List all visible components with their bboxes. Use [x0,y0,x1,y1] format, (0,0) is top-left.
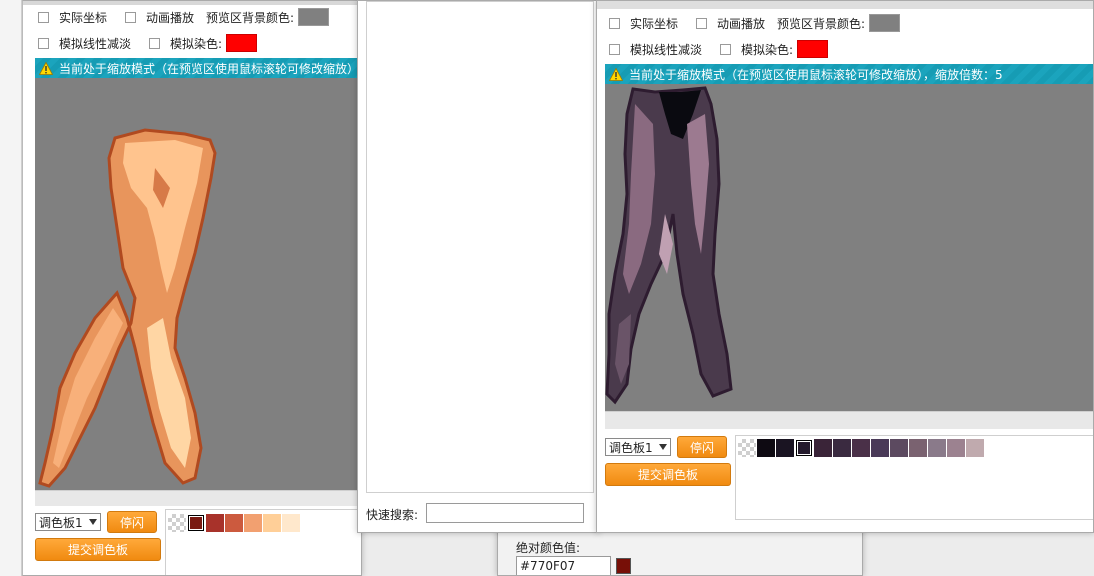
palette-swatch[interactable] [909,439,927,457]
quick-search-label: 快速搜索: [366,508,419,522]
left-palette-swatches [168,514,301,532]
left-sprite-image [38,128,217,488]
left-preview-area[interactable] [35,78,361,490]
right-anim-play-label: 动画播放 [717,16,766,31]
bg-color-swatch[interactable] [298,8,330,26]
middle-list-window: 快速搜索: [357,0,600,533]
background-app-edge [0,0,22,576]
palette-swatch[interactable] [282,514,300,532]
middle-item-list[interactable] [366,1,594,493]
palette-swatch[interactable] [871,439,889,457]
left-options-row-2: 模拟线性减淡 模拟染色: [38,33,258,53]
left-window-top-strip [23,1,361,5]
warning-icon [609,67,623,81]
right-window-title-strip [597,1,1093,9]
linear-fade-checkbox[interactable] [38,37,49,49]
palette-swatch[interactable] [966,439,984,457]
palette-swatch[interactable] [206,514,224,532]
real-coords-label: 实际坐标 [59,10,108,25]
right-submit-palette-button[interactable]: 提交调色板 [605,463,731,486]
right-palette-select[interactable]: 调色板1 [605,438,671,456]
right-palette-select-value: 调色板1 [609,440,653,455]
right-palette-panel [735,435,1093,520]
real-coords-checkbox[interactable] [38,11,49,23]
palette-swatch[interactable] [168,514,186,532]
tint-label: 模拟染色: [170,36,223,51]
palette-swatch[interactable] [814,439,832,457]
palette-swatch[interactable] [244,514,262,532]
palette-swatch[interactable] [776,439,794,457]
quick-search-input[interactable] [426,503,584,523]
right-zoom-warning-text: 当前处于缩放模式（在预览区使用鼠标滚轮可修改缩放），缩放倍数：5 [629,67,1003,82]
left-editor-window: 实际坐标 动画播放 预览区背景颜色: 模拟线性减淡 模拟染色: 当前处于缩放模式… [22,0,362,576]
left-palette-panel [165,509,361,575]
palette-swatch[interactable] [852,439,870,457]
right-anim-play-checkbox[interactable] [696,17,708,29]
abs-color-input[interactable]: #770F07 [516,556,611,575]
palette-swatch[interactable] [263,514,281,532]
abs-color-value: #770F07 [520,559,576,573]
left-submit-palette-button[interactable]: 提交调色板 [35,538,161,561]
left-zoom-warning-text: 当前处于缩放模式（在预览区使用鼠标滚轮可修改缩放） [59,61,360,76]
abs-color-swatch[interactable] [616,558,631,574]
linear-fade-label: 模拟线性减淡 [59,36,132,51]
warning-icon [39,61,53,75]
chevron-down-icon [89,519,97,525]
anim-play-label: 动画播放 [146,10,195,25]
tint-checkbox[interactable] [149,37,161,49]
palette-swatch[interactable] [833,439,851,457]
right-preview-area[interactable] [605,84,1093,411]
right-tint-color-swatch[interactable] [797,40,829,58]
left-options-row-1: 实际坐标 动画播放 预览区背景颜色: [38,7,330,27]
right-linear-fade-checkbox[interactable] [609,43,620,55]
palette-swatch[interactable] [187,514,205,532]
right-sprite-image [605,86,733,405]
left-stop-flash-button[interactable]: 停闪 [107,511,157,533]
right-stop-flash-button[interactable]: 停闪 [677,436,727,458]
right-palette-swatches [738,439,985,457]
right-tint-label: 模拟染色: [741,42,794,57]
right-linear-fade-label: 模拟线性减淡 [630,42,703,57]
palette-swatch[interactable] [890,439,908,457]
palette-swatch[interactable] [738,439,756,457]
palette-swatch[interactable] [225,514,243,532]
abs-color-label: 绝对颜色值: [516,541,581,555]
right-real-coords-checkbox[interactable] [609,17,620,29]
chevron-down-icon [659,444,667,450]
right-tint-checkbox[interactable] [720,43,732,55]
right-preview-hscrollbar[interactable] [605,411,1093,429]
right-bg-color-swatch[interactable] [869,14,901,32]
palette-swatch[interactable] [928,439,946,457]
left-zoom-warning-bar: 当前处于缩放模式（在预览区使用鼠标滚轮可修改缩放） [35,58,361,78]
right-bg-color-label: 预览区背景颜色: [777,16,866,31]
palette-swatch[interactable] [947,439,965,457]
palette-swatch[interactable] [757,439,775,457]
right-zoom-warning-bar: 当前处于缩放模式（在预览区使用鼠标滚轮可修改缩放），缩放倍数：5 [605,64,1093,84]
left-palette-select-value: 调色板1 [39,515,83,530]
right-options-row-2: 模拟线性减淡 模拟染色: [609,39,829,59]
anim-play-checkbox[interactable] [125,11,137,23]
left-palette-select[interactable]: 调色板1 [35,513,101,531]
right-editor-window: 实际坐标 动画播放 预览区背景颜色: 模拟线性减淡 模拟染色: 当前处于缩放模式… [596,0,1094,533]
right-options-row-1: 实际坐标 动画播放 预览区背景颜色: [609,13,901,33]
palette-swatch[interactable] [795,439,813,457]
right-real-coords-label: 实际坐标 [630,16,679,31]
bg-color-label: 预览区背景颜色: [206,10,295,25]
tint-color-swatch[interactable] [226,34,258,52]
left-preview-hscrollbar[interactable] [35,490,361,506]
